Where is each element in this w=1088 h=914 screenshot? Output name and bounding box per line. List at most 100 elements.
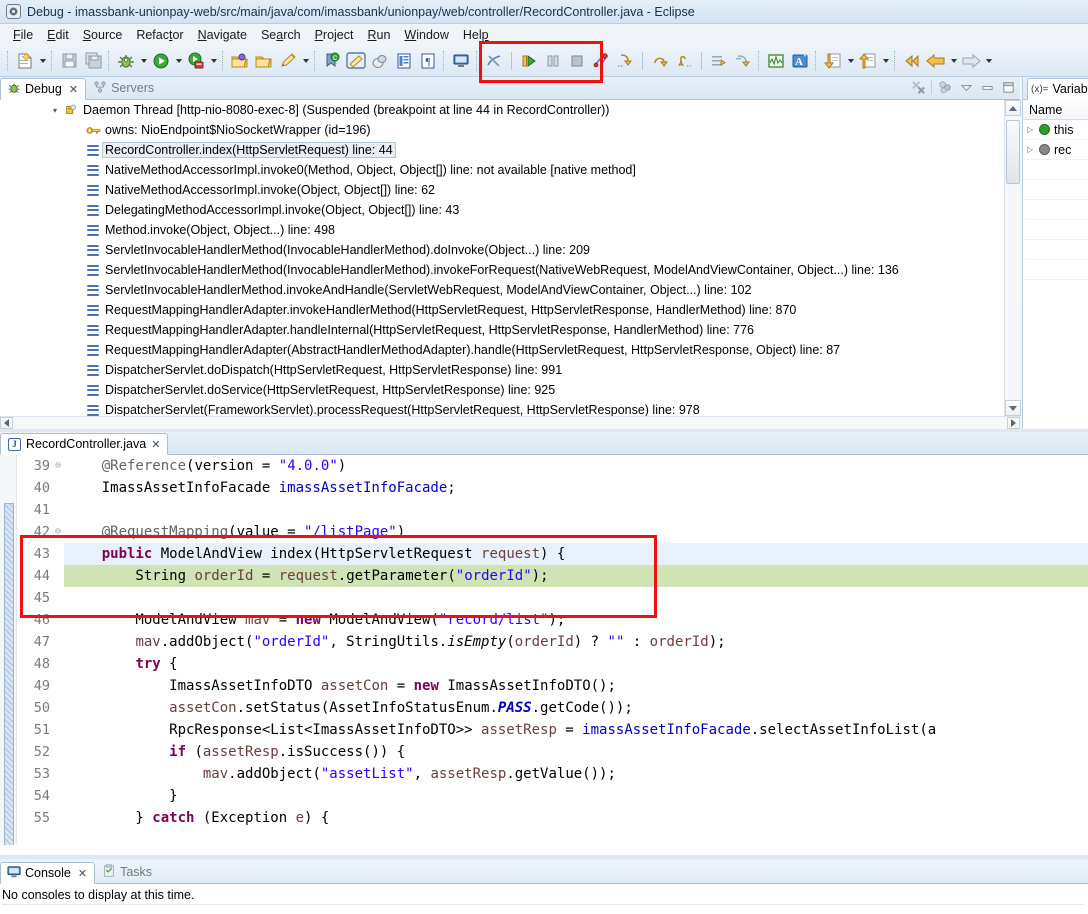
debug-tree-row[interactable]: RequestMappingHandlerAdapter.handleInter…	[0, 320, 1004, 340]
menu-source[interactable]: Source	[76, 27, 130, 43]
code-area[interactable]: 39 ⊖ @Reference(version = "4.0.0") 40 Imas…	[0, 455, 1088, 845]
step-into-selection-icon[interactable]	[614, 50, 636, 72]
minimize-icon[interactable]	[979, 79, 995, 95]
scroll-up-button[interactable]	[1005, 100, 1021, 116]
code-line[interactable]: 55 } catch (Exception e) {	[18, 807, 1088, 829]
code-line[interactable]: 43 public ModelAndView index(HttpServlet…	[18, 543, 1088, 565]
code-line[interactable]: 54 }	[18, 785, 1088, 807]
code-line[interactable]: 40 ImassAssetInfoFacade imassAssetInfoFa…	[18, 477, 1088, 499]
code-line[interactable]: 50 assetCon.setStatus(AssetInfoStatusEnu…	[18, 697, 1088, 719]
debug-tree-row[interactable]: owns: NioEndpoint$NioSocketWrapper (id=1…	[0, 120, 1004, 140]
next-annotation-icon[interactable]	[708, 50, 730, 72]
maximize-icon[interactable]	[1000, 79, 1016, 95]
tab-console[interactable]: Console ✕	[0, 862, 96, 884]
code-line[interactable]: 53 mav.addObject("assetList", assetResp.…	[18, 763, 1088, 785]
debug-tree-row[interactable]: Method.invoke(Object, Object...) line: 4…	[0, 220, 1004, 240]
code-line[interactable]: 39 ⊖ @Reference(version = "4.0.0")	[18, 455, 1088, 477]
scroll-left-button[interactable]	[0, 417, 13, 429]
tree-twisty-icon[interactable]: ▷	[1027, 145, 1039, 154]
code-line[interactable]: 47 mav.addObject("orderId", StringUtils.…	[18, 631, 1088, 653]
debug-horizontal-scrollbar[interactable]	[0, 416, 1020, 429]
coverage-icon[interactable]	[185, 50, 207, 72]
fold-toggle-icon[interactable]: ⊖	[52, 455, 64, 477]
code-line[interactable]: 44 String orderId = request.getParameter…	[18, 565, 1088, 587]
debug-tree-row[interactable]: NativeMethodAccessorImpl.invoke(Object, …	[0, 180, 1004, 200]
code-lines[interactable]: 39 ⊖ @Reference(version = "4.0.0") 40 Imas…	[18, 455, 1088, 845]
code-line[interactable]: 51 RpcResponse<List<ImassAssetInfoDTO>> …	[18, 719, 1088, 741]
variables-rows[interactable]: ▷ this ▷ rec	[1023, 120, 1088, 160]
debug-tree-row[interactable]: ServletInvocableHandlerMethod(InvocableH…	[0, 260, 1004, 280]
code-line[interactable]: 46 ModelAndView mav = new ModelAndView("…	[18, 609, 1088, 631]
last-edit-icon[interactable]	[822, 50, 844, 72]
terminal-icon[interactable]	[450, 50, 472, 72]
previous-annotation-icon[interactable]	[732, 50, 754, 72]
menubar[interactable]: File Edit Source Refactor Navigate Searc…	[0, 24, 1088, 45]
open-folder-icon[interactable]	[253, 50, 275, 72]
menu-search[interactable]: Search	[254, 27, 308, 43]
scroll-right-button[interactable]	[1007, 417, 1020, 429]
panel-divider-bottom[interactable]	[0, 855, 1088, 859]
package-icon[interactable]	[369, 50, 391, 72]
paragraph-icon[interactable]: ¶	[417, 50, 439, 72]
resume-icon[interactable]	[518, 50, 540, 72]
skip-breakpoints-icon[interactable]: C	[321, 50, 343, 72]
code-line[interactable]: 49 ImassAssetInfoDTO assetCon = new Imas…	[18, 675, 1088, 697]
fold-toggle-icon[interactable]: ⊖	[52, 521, 64, 543]
close-icon[interactable]: ✕	[78, 867, 87, 880]
tab-tasks[interactable]: Tasks	[95, 861, 160, 883]
debug-stack-tree[interactable]: ▾ Daemon Thread [http-nio-8080-exec-8] (S…	[0, 100, 1004, 416]
code-line[interactable]: 52 if (assetResp.isSuccess()) {	[18, 741, 1088, 763]
tab-debug[interactable]: Debug ✕	[0, 78, 87, 100]
close-icon[interactable]: ✕	[69, 83, 78, 96]
save-icon[interactable]	[58, 50, 80, 72]
menu-project[interactable]: Project	[308, 27, 361, 43]
tab-servers[interactable]: Servers	[86, 77, 162, 99]
scroll-down-button[interactable]	[1005, 400, 1021, 416]
code-line[interactable]: 42 ⊖ @RequestMapping(value = "/listPage")	[18, 521, 1088, 543]
code-line[interactable]: 41	[18, 499, 1088, 521]
run-dropdown-icon[interactable]	[173, 50, 184, 72]
last-edit-dropdown-icon[interactable]	[845, 50, 856, 72]
forward-dropdown-icon[interactable]	[983, 50, 994, 72]
close-icon[interactable]: ✕	[151, 438, 160, 451]
suspend-icon[interactable]	[542, 50, 564, 72]
step-return-icon[interactable]	[673, 50, 695, 72]
menu-run[interactable]: Run	[360, 27, 397, 43]
back-arrow-icon[interactable]	[925, 50, 947, 72]
debug-tree-row[interactable]: ServletInvocableHandlerMethod(InvocableH…	[0, 240, 1004, 260]
debug-tree-row[interactable]: DispatcherServlet.doDispatch(HttpServlet…	[0, 360, 1004, 380]
open-resource-dropdown-icon[interactable]	[880, 50, 891, 72]
debug-tree-row[interactable]: ▾ Daemon Thread [http-nio-8080-exec-8] (S…	[0, 100, 1004, 120]
debug-tree-row[interactable]: DelegatingMethodAccessorImpl.invoke(Obje…	[0, 200, 1004, 220]
menu-refactor[interactable]: Refactor	[129, 27, 190, 43]
run-play-icon[interactable]	[150, 50, 172, 72]
scroll-thumb[interactable]	[1006, 120, 1020, 184]
monitor-graph-icon[interactable]	[765, 50, 787, 72]
tree-twisty-icon[interactable]: ▾	[48, 106, 62, 115]
debug-tree-row[interactable]: ServletInvocableHandlerMethod.invokeAndH…	[0, 280, 1004, 300]
open-type-icon[interactable]	[229, 50, 251, 72]
debug-bug-icon[interactable]	[115, 50, 137, 72]
menu-help[interactable]: Help	[456, 27, 496, 43]
debug-tree-row[interactable]: RequestMappingHandlerAdapter(AbstractHan…	[0, 340, 1004, 360]
debug-dropdown-icon[interactable]	[138, 50, 149, 72]
back-dropdown-icon[interactable]	[948, 50, 959, 72]
menu-navigate[interactable]: Navigate	[191, 27, 254, 43]
tree-twisty-icon[interactable]: ▷	[1027, 125, 1039, 134]
debug-tree-row-selected[interactable]: RecordController.index(HttpServletReques…	[0, 140, 1004, 160]
occurrences-icon[interactable]	[483, 50, 505, 72]
disconnect-icon[interactable]	[590, 50, 612, 72]
tab-recordcontroller-java[interactable]: J RecordController.java ✕	[0, 433, 169, 455]
new-file-icon[interactable]	[14, 50, 36, 72]
forward-arrow-icon[interactable]	[960, 50, 982, 72]
debug-tree-row[interactable]: RequestMappingHandlerAdapter.invokeHandl…	[0, 300, 1004, 320]
menu-edit[interactable]: Edit	[40, 27, 76, 43]
table-icon[interactable]	[393, 50, 415, 72]
variables-row[interactable]: ▷ rec	[1023, 140, 1088, 160]
back-fast-icon[interactable]	[901, 50, 923, 72]
step-over-icon[interactable]	[649, 50, 671, 72]
filter-icon[interactable]	[937, 79, 953, 95]
debug-tree-row[interactable]: DispatcherServlet.doService(HttpServletR…	[0, 380, 1004, 400]
debug-tree-row[interactable]: NativeMethodAccessorImpl.invoke0(Method,…	[0, 160, 1004, 180]
menu-file[interactable]: File	[6, 27, 40, 43]
